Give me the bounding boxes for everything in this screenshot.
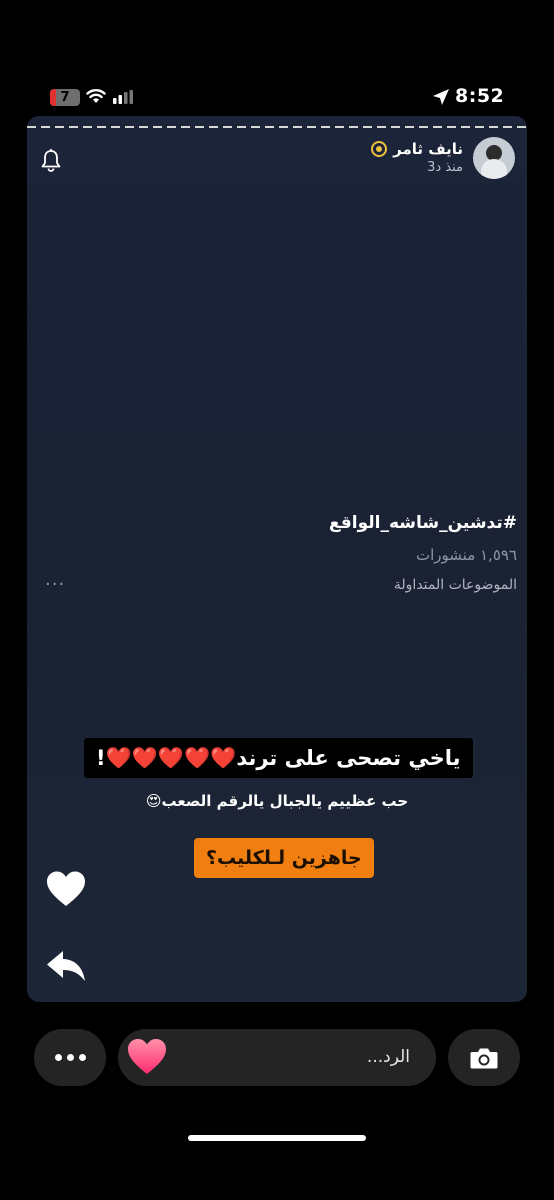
heart-reaction-icon[interactable]	[126, 1037, 168, 1077]
divider	[27, 624, 527, 625]
story-progress-bar	[27, 126, 527, 128]
story-author[interactable]: نايف ثامر منذ د3	[371, 140, 463, 175]
reply-placeholder: الرد...	[366, 1047, 410, 1067]
battery-icon: 7	[50, 89, 80, 106]
status-time: 8:52	[455, 85, 505, 107]
caption-line-2: حب عظييم يالجبال يالرقم الصعب😍	[145, 792, 409, 810]
home-indicator[interactable]	[188, 1135, 366, 1141]
user-name[interactable]: نايف ثامر	[393, 140, 463, 158]
camera-button[interactable]	[448, 1029, 520, 1086]
caption-line-3: جاهزين لـلكليب؟	[194, 838, 374, 878]
wifi-icon	[86, 89, 106, 103]
trend-posts-count: ١,٥٩٦ منشورات	[416, 546, 517, 564]
like-heart-icon[interactable]	[45, 870, 87, 908]
trend-more-button[interactable]: ···	[45, 574, 65, 595]
battery-level: 7	[60, 90, 70, 105]
dot-icon	[66, 1054, 74, 1061]
more-options-button[interactable]	[34, 1029, 106, 1086]
bell-icon[interactable]	[40, 148, 62, 172]
camera-icon	[470, 1048, 498, 1068]
status-bar: 7 8:52	[0, 84, 554, 112]
trend-label: الموضوعات المتداولة	[393, 577, 517, 593]
avatar[interactable]	[473, 137, 515, 179]
dot-icon	[78, 1054, 86, 1061]
posted-time: منذ د3	[427, 160, 463, 175]
reply-arrow-icon[interactable]	[45, 948, 87, 984]
reply-input[interactable]: الرد...	[118, 1029, 436, 1086]
signal-icon	[113, 90, 133, 104]
location-arrow-icon	[433, 89, 449, 105]
trend-hashtag[interactable]: #تدشين_شاشه_الواقع	[329, 513, 517, 533]
story-card[interactable]: نايف ثامر منذ د3 #تدشين_شاشه_الواقع ١,٥٩…	[27, 116, 527, 1002]
star-badge-icon	[371, 141, 388, 157]
dot-icon	[54, 1054, 62, 1061]
caption-line-1: ياخي تصحى على ترند❤️❤️❤️❤️❤️!	[84, 738, 473, 778]
